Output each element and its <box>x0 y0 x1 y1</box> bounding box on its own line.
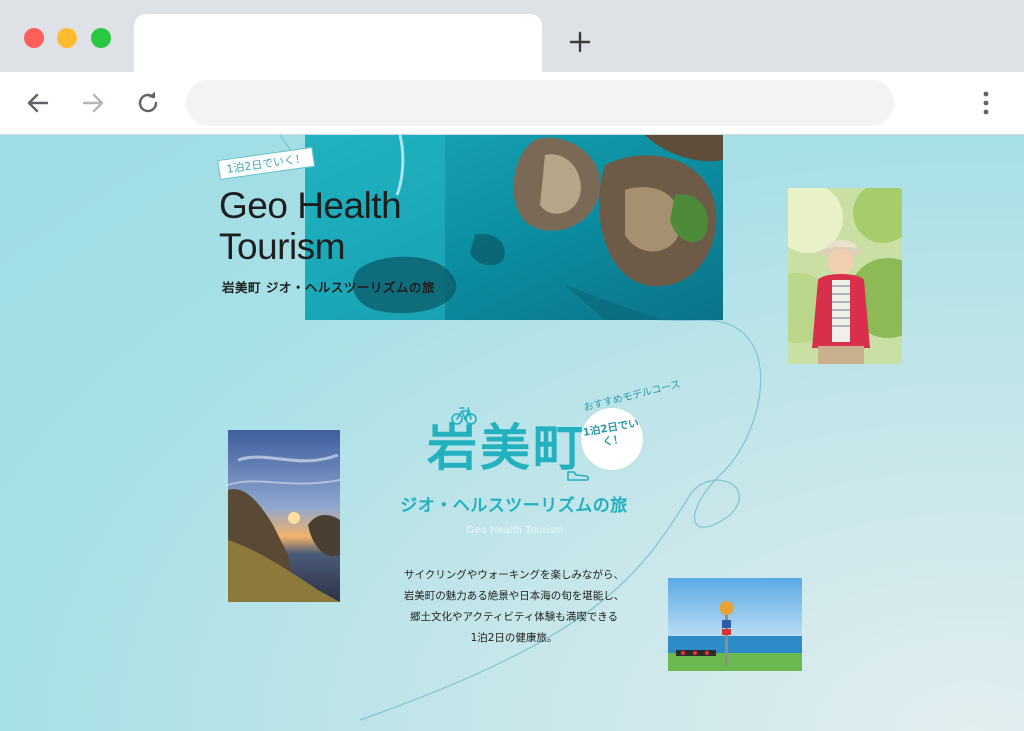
maximize-window-button[interactable] <box>91 28 111 48</box>
browser-tab[interactable] <box>134 14 542 72</box>
english-title: Geo Health Tourism <box>466 525 564 536</box>
minimize-window-button[interactable] <box>57 28 77 48</box>
feature-subtitle: ジオ・ヘルスツーリズムの旅 <box>400 496 628 516</box>
page-content: 1泊2日でいく！ Geo Health Tourism 岩美町 ジオ・ヘルスツー… <box>0 135 1024 731</box>
main-title: 岩美町 <box>427 419 586 477</box>
description-line: 岩美町の魅力ある絶景や日本海の旬を堪能し、 <box>403 590 625 602</box>
hero-title: Geo Health Tourism <box>219 185 402 267</box>
circle-badge: 1泊2日でいく！ <box>581 408 643 470</box>
sunset-coast-photo <box>228 430 340 602</box>
browser-tab-bar <box>0 0 1024 72</box>
hero-title-line1: Geo Health <box>219 185 402 226</box>
hiker-photo <box>788 188 902 364</box>
description-line: 郷土文化やアクティビティ体験も満喫できる <box>409 611 618 623</box>
arrow-right-icon[interactable] <box>78 88 108 118</box>
description-line: 1泊2日の健康旅。 <box>470 632 558 644</box>
close-window-button[interactable] <box>24 28 44 48</box>
address-bar[interactable] <box>186 80 894 126</box>
description: サイクリングやウォーキングを楽しみながら、 岩美町の魅力ある絶景や日本海の旬を堪… <box>380 565 648 649</box>
hero-subtitle: 岩美町 ジオ・ヘルスツーリズムの旅 <box>222 280 435 295</box>
reload-icon[interactable] <box>133 88 163 118</box>
plus-icon[interactable] <box>566 28 594 56</box>
hero-title-line2: Tourism <box>219 226 346 267</box>
description-line: サイクリングやウォーキングを楽しみながら、 <box>404 569 624 581</box>
circle-badge-text: 1泊2日でいく！ <box>581 417 640 449</box>
arrow-left-icon[interactable] <box>23 88 53 118</box>
shoe-icon <box>567 471 590 481</box>
kebab-menu-icon[interactable] <box>976 88 996 118</box>
seaside-road-photo <box>668 578 802 671</box>
